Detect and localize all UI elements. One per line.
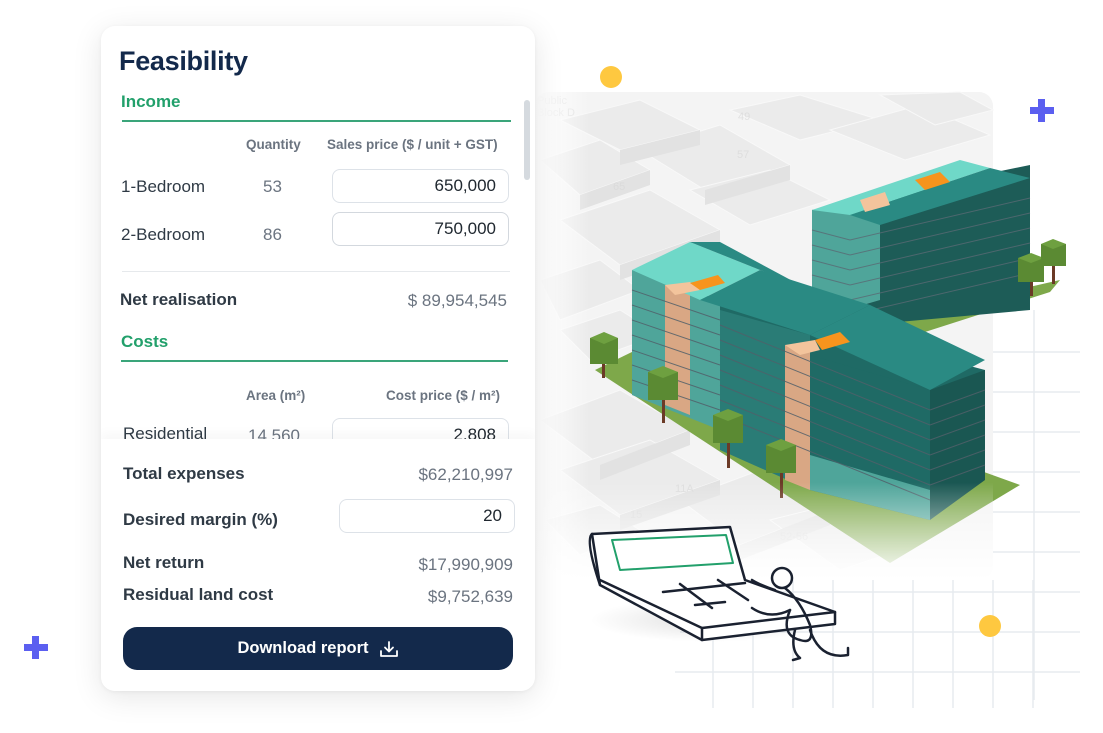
income-row-label: 1-Bedroom [121, 177, 206, 196]
net-realisation-value: $ 89,954,545 [407, 291, 507, 310]
desired-margin-label: Desired margin (%) [123, 510, 278, 529]
total-expenses-label: Total expenses [123, 464, 245, 483]
yellow-dot [979, 615, 1001, 637]
quantity-column-header: Quantity [246, 137, 301, 152]
residual-land-cost-label: Residual land cost [123, 585, 274, 604]
download-report-label: Download report [237, 639, 369, 657]
income-heading: Income [121, 92, 181, 111]
sales-price-column-header: Sales price ($ / unit + GST) [327, 137, 498, 152]
residual-land-cost-value: $9,752,639 [427, 587, 513, 606]
yellow-dot [600, 66, 622, 88]
feasibility-card: Feasibility Income Quantity Sales price … [101, 26, 535, 691]
costs-heading: Costs [121, 332, 169, 351]
scrollbar[interactable] [524, 100, 530, 180]
total-expenses-value: $62,210,997 [418, 465, 513, 484]
plus-icon [1030, 99, 1054, 122]
plus-icon [24, 636, 48, 659]
income-row-quantity: 86 [263, 225, 282, 244]
cost-price-column-header: Cost price ($ / m²) [386, 388, 501, 403]
income-divider-thin [122, 271, 510, 272]
download-report-button[interactable]: Download report [123, 627, 513, 670]
net-return-value: $17,990,909 [418, 555, 513, 574]
area-column-header: Area (m²) [246, 388, 306, 403]
sales-price-input[interactable] [332, 212, 509, 246]
net-realisation-label: Net realisation [120, 290, 238, 309]
income-row-quantity: 53 [263, 177, 282, 196]
costs-divider [121, 360, 508, 362]
desired-margin-input[interactable] [339, 499, 515, 533]
income-row-label: 2-Bedroom [121, 225, 206, 244]
download-icon [379, 640, 398, 657]
sales-price-input[interactable] [332, 169, 509, 203]
income-divider [122, 120, 511, 122]
summary-panel: Total expenses $62,210,997 Desired margi… [101, 439, 535, 691]
tree-icon [1041, 239, 1066, 284]
net-return-label: Net return [123, 553, 205, 572]
page-title: Feasibility [119, 46, 248, 76]
